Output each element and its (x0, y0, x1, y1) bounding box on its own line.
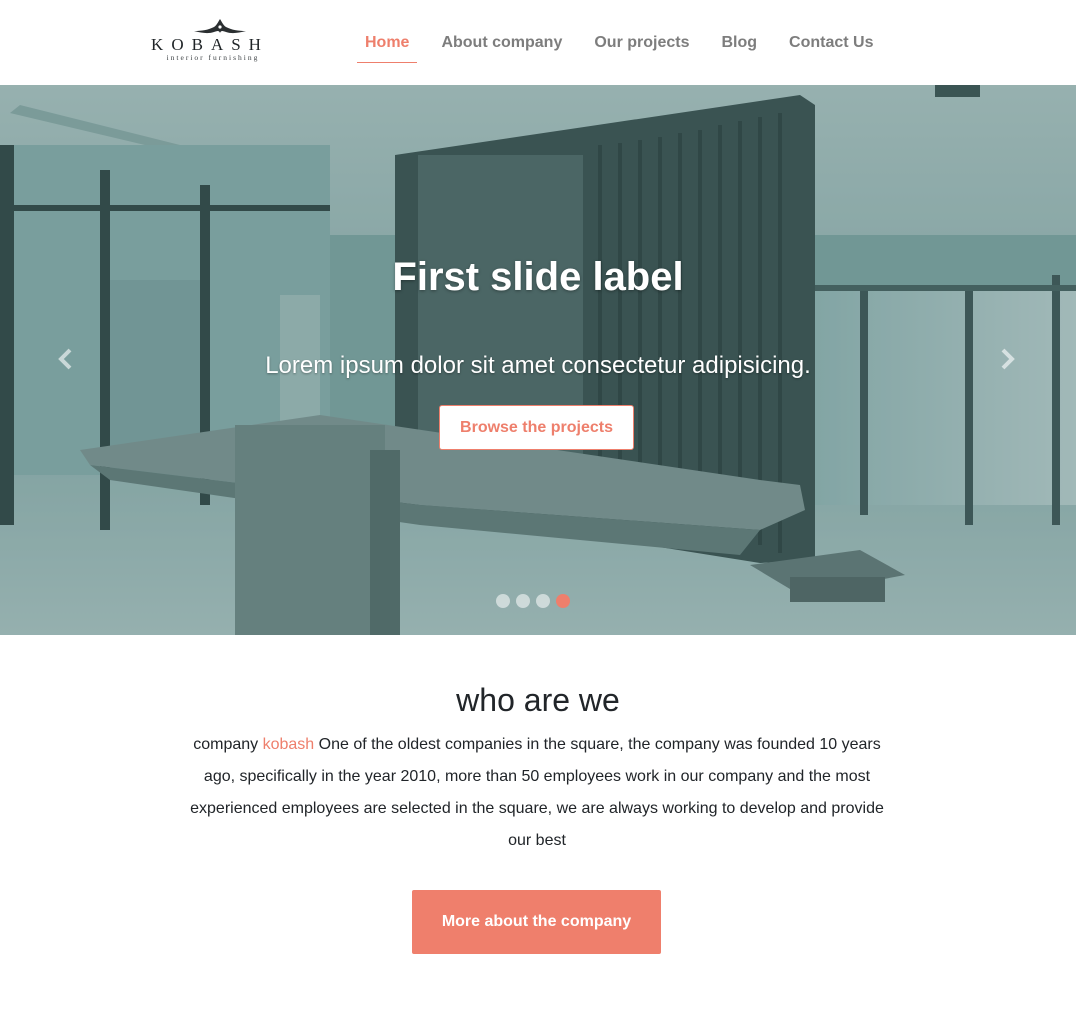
about-title: who are we (456, 682, 620, 718)
nav-item-our-projects[interactable]: Our projects (586, 0, 697, 63)
chevron-left-icon[interactable] (56, 347, 76, 371)
carousel-indicator-2[interactable] (516, 594, 530, 608)
carousel-indicators (496, 594, 576, 608)
chevron-right-icon[interactable] (997, 347, 1017, 371)
brand-name: KOBASH (151, 35, 269, 54)
about-text: company kobash One of the oldest compani… (186, 729, 888, 857)
brand-tagline: interior furnishing (166, 53, 260, 62)
carousel-indicator-1[interactable] (496, 594, 510, 608)
nav-item-about-company[interactable]: About company (433, 0, 570, 63)
nav-item-contact-us[interactable]: Contact Us (781, 0, 881, 63)
carousel-indicator-4[interactable] (556, 594, 570, 608)
more-about-company-button[interactable]: More about the company (412, 890, 661, 954)
slide-caption: First slide label Lorem ipsum dolor sit … (0, 85, 1076, 635)
site-header: KOBASH interior furnishing Home About co… (0, 0, 1076, 85)
about-highlight: kobash (262, 736, 315, 753)
about-text-before: company (193, 736, 263, 753)
carousel-indicator-3[interactable] (536, 594, 550, 608)
logo-ornament-icon (194, 19, 246, 34)
nav-item-home[interactable]: Home (357, 0, 418, 63)
slide-title: First slide label (392, 255, 684, 299)
nav-item-blog[interactable]: Blog (713, 0, 765, 63)
slide-text: Lorem ipsum dolor sit amet consectetur a… (265, 352, 811, 379)
brand-logo[interactable]: KOBASH interior furnishing (136, 16, 278, 64)
browse-projects-button[interactable]: Browse the projects (439, 405, 634, 450)
main-nav: Home About company Our projects Blog Con… (357, 0, 897, 85)
hero-carousel: First slide label Lorem ipsum dolor sit … (0, 85, 1076, 635)
